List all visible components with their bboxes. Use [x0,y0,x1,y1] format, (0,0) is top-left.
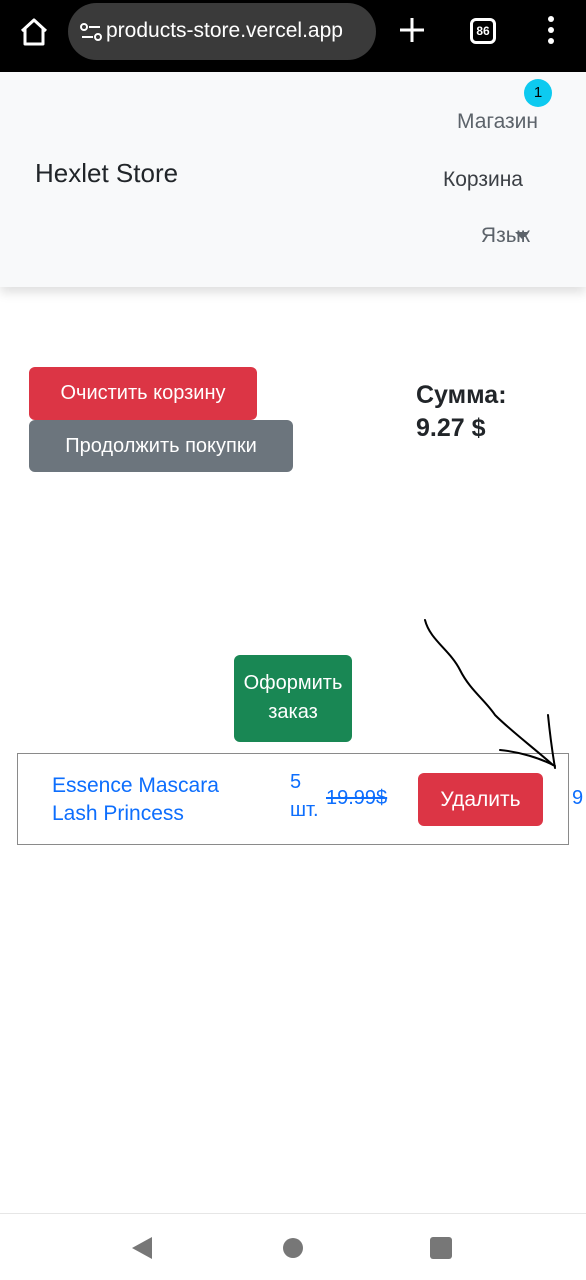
checkout-button[interactable]: Оформить заказ [234,655,352,742]
tab-switcher-button[interactable]: 86 [470,18,496,44]
url-text[interactable]: products-store.vercel.app [106,19,376,43]
browser-toolbar: products-store.vercel.app 86 [0,0,586,72]
cart-item-discount-price: 9 [572,787,584,809]
cart-item-quantity: 5 шт. [290,771,319,821]
site-settings-icon[interactable] [78,20,104,44]
address-bar[interactable]: products-store.vercel.app [68,3,376,60]
continue-shopping-button[interactable]: Продолжить покупки [29,420,293,472]
cart-item-old-price: 19.99$ [326,787,388,809]
site-navbar: Hexlet Store Магазин Корзина Язык [0,72,586,287]
recent-apps-icon[interactable] [430,1237,452,1259]
dropdown-caret-icon [515,232,529,239]
home-circle-icon[interactable] [283,1238,303,1258]
sum-label: Сумма: [416,381,507,409]
nav-link-shop[interactable]: Магазин [457,110,538,134]
clear-cart-button[interactable]: Очистить корзину [29,367,257,420]
home-icon[interactable] [14,12,54,52]
back-icon[interactable] [132,1237,152,1259]
cart-count-badge: 1 [524,79,552,107]
brand-logo[interactable]: Hexlet Store [35,158,178,189]
nav-link-cart[interactable]: Корзина [443,168,523,192]
system-navigation-bar [0,1213,586,1280]
overflow-menu-icon[interactable] [540,14,562,46]
sum-value: 9.27 $ [416,414,486,442]
delete-item-button[interactable]: Удалить [418,773,543,826]
cart-item-name[interactable]: Essence Mascara Lash Princess [52,772,252,828]
new-tab-icon[interactable] [396,14,428,46]
